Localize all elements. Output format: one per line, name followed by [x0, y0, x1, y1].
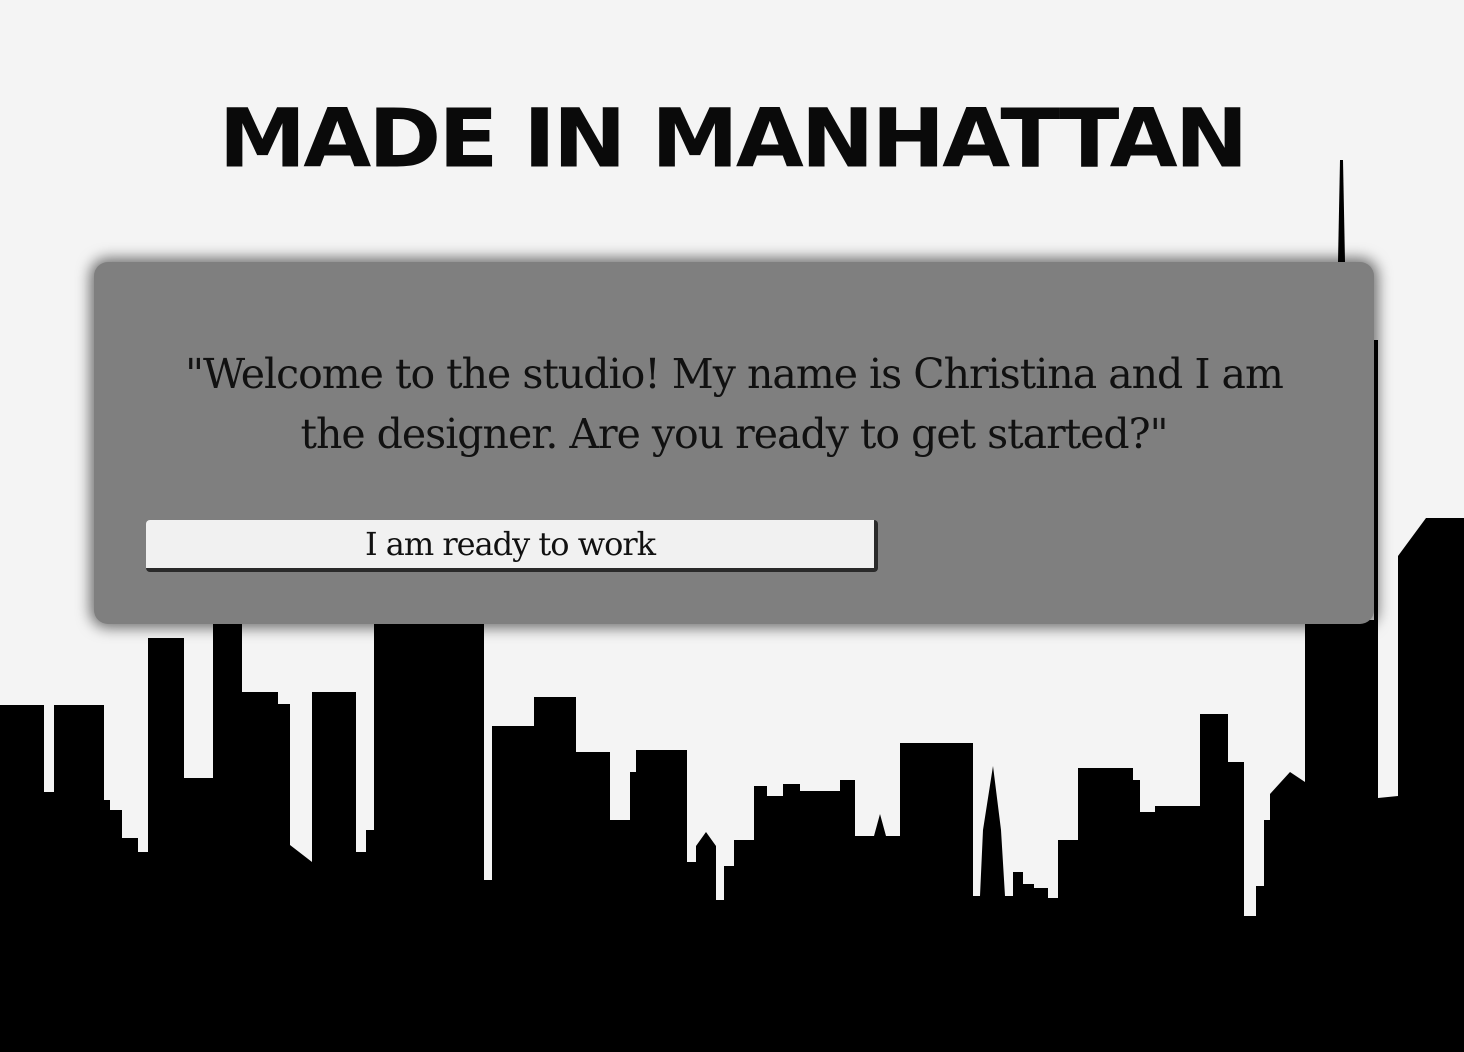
- ready-to-work-button[interactable]: I am ready to work: [146, 520, 878, 572]
- welcome-message: "Welcome to the studio! My name is Chris…: [185, 350, 1284, 458]
- welcome-dialog: "Welcome to the studio! My name is Chris…: [94, 262, 1374, 624]
- page-root: MADE IN MANHATTAN "Welcome to the studio…: [0, 0, 1464, 1052]
- page-title: MADE IN MANHATTAN: [218, 91, 1249, 186]
